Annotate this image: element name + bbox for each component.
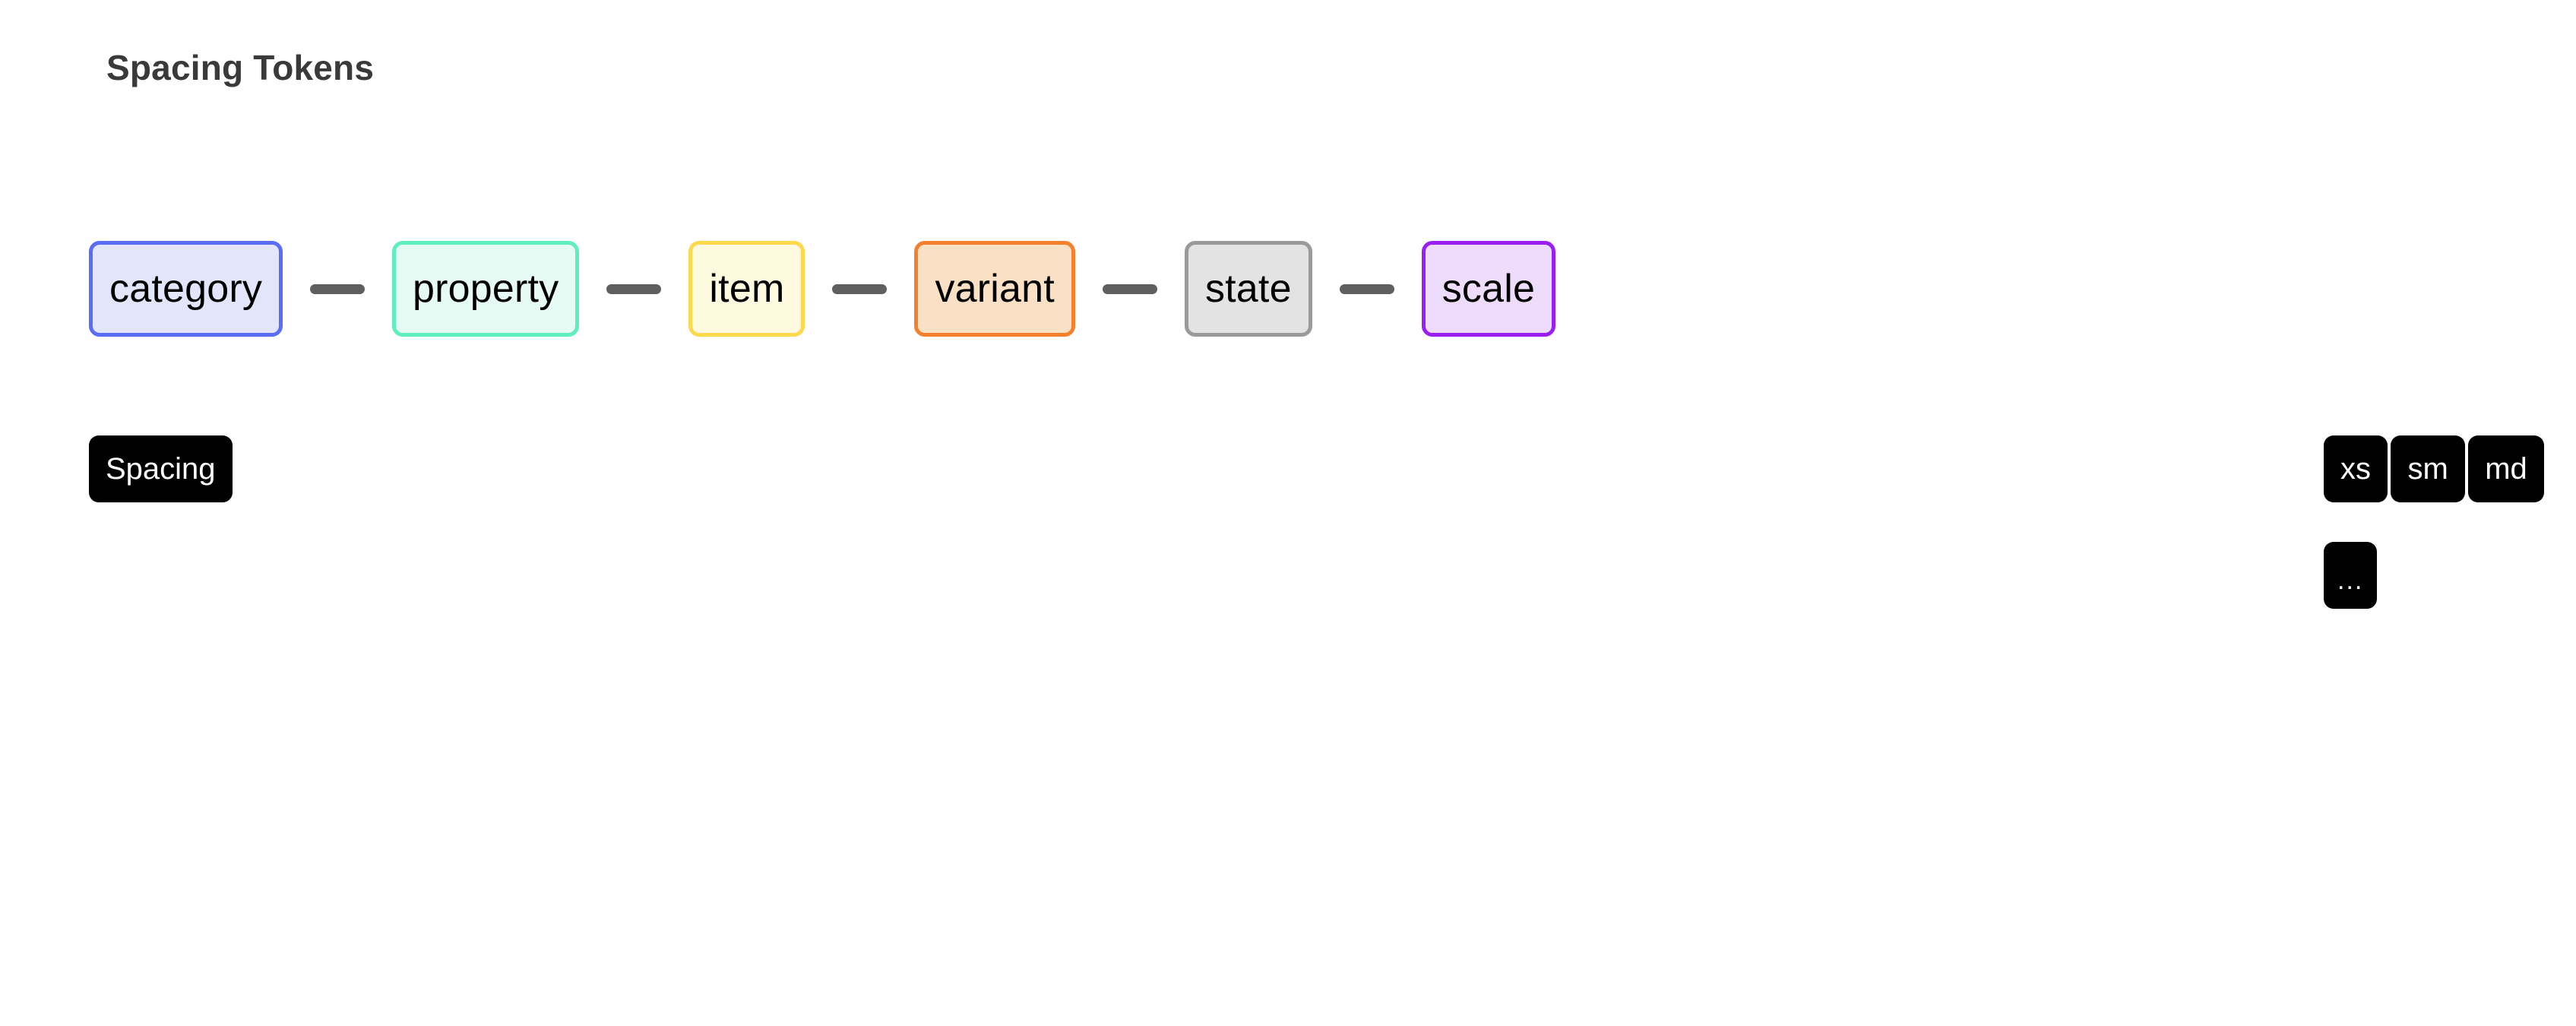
path-connector-dash [606,283,662,294]
path-connector-dash [310,283,366,294]
value-tag-spacing[interactable]: Spacing [89,435,233,502]
path-connector-dash [832,283,888,294]
token-chip-state[interactable]: state [1184,241,1312,337]
scale-tag-more[interactable]: ... [2324,542,2378,609]
token-chip-label: item [709,267,785,311]
scale-tag-label: ... [2337,566,2364,595]
path-connector-dash [1102,283,1157,294]
token-chip-label: variant [935,267,1055,311]
token-chip-category[interactable]: category [89,241,283,337]
path-connector-dash [1339,283,1394,294]
page-title: Spacing Tokens [106,48,375,87]
token-chip-label: scale [1441,267,1536,311]
token-chip-variant[interactable]: variant [914,241,1075,337]
scale-tag-label: sm [2407,452,2448,486]
token-chip-label: state [1204,267,1292,311]
value-tag-label: Spacing [106,452,216,486]
scale-tag-sm[interactable]: sm [2391,435,2465,502]
token-chip-label: category [109,267,263,311]
token-chip-scale[interactable]: scale [1421,241,1556,337]
token-path-row: category property item variant state sca… [89,241,1556,337]
scale-tag-md[interactable]: md [2468,435,2544,502]
scale-tag-xs[interactable]: xs [2324,435,2388,502]
scale-value-list: xs sm md ... [2324,435,2576,648]
scale-tag-label: md [2485,452,2527,486]
scale-tag-label: xs [2340,452,2371,486]
token-chip-label: property [413,267,559,311]
token-chip-item[interactable]: item [688,241,805,337]
token-chip-property[interactable]: property [392,241,580,337]
